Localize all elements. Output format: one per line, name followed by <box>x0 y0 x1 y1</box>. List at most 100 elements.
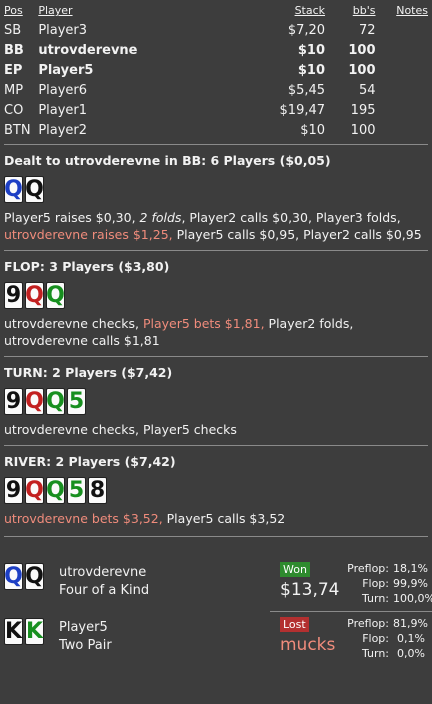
playing-card: Q <box>46 477 65 504</box>
equity-label: Turn: <box>361 647 389 660</box>
preflop-header: Dealt to utrovderevne in BB: 6 Players (… <box>4 153 331 168</box>
player-row[interactable]: SB Player3 $7,20 72 <box>1 21 431 41</box>
action-text: utrovderevne checks, <box>4 316 143 331</box>
player-stack: $7,20 <box>287 23 326 39</box>
river-actions: utrovderevne bets $3,52, Player5 calls $… <box>4 510 428 527</box>
result-amount: mucks <box>280 635 336 655</box>
stack-header[interactable]: Stack <box>265 4 328 21</box>
playing-card: Q <box>25 477 44 504</box>
result-amount: $13,74 <box>280 580 340 600</box>
seat-position: BB <box>4 43 24 59</box>
player-stack: $10 <box>300 123 326 139</box>
result-hand-rank: Two Pair <box>59 638 112 653</box>
playing-card: 9 <box>4 477 23 504</box>
showdown-cards: KK <box>4 618 46 646</box>
players-table: Pos Player Stack bb's Notes SB Player3 $7,… <box>1 4 431 141</box>
action-text: Player5 calls $0,95, Player2 calls $0,95 <box>172 227 422 242</box>
player-bbs: 100 <box>348 43 376 59</box>
playing-card: 5 <box>67 388 86 415</box>
flop-cards: 9QQ <box>4 282 428 310</box>
playing-card: Q <box>4 563 23 590</box>
bbs-header[interactable]: bb's <box>328 4 378 21</box>
player-row[interactable]: CO Player1 $19,47 195 <box>1 101 431 121</box>
player-name: Player5 <box>38 63 94 79</box>
playing-card: Q <box>46 388 65 415</box>
equity-line: Turn: 100,0% <box>339 591 432 606</box>
player-name: Player3 <box>38 23 88 39</box>
result-row: Q Qutrovderevne Four of a Kind Won $13,74 Pre… <box>0 559 432 607</box>
equity-value: 18,1% <box>393 562 428 575</box>
player-bbs: 54 <box>358 83 376 99</box>
playing-card: Q <box>25 176 44 203</box>
playing-card: Q <box>46 282 65 309</box>
equity-line: Flop: 0,1% <box>339 631 425 646</box>
players-table-header: Pos Player Stack bb's Notes <box>1 4 431 21</box>
flop-actions: utrovderevne checks, Player5 bets $1,81,… <box>4 315 428 349</box>
player-bbs: 195 <box>350 103 376 119</box>
playing-card: 9 <box>4 282 23 309</box>
playing-card: 8 <box>88 477 107 504</box>
hole-cards: QQ <box>4 176 428 204</box>
player-row[interactable]: BB utrovderevne $10 100 <box>1 41 431 61</box>
player-bbs: 100 <box>350 123 376 139</box>
equity-line: Preflop: 18,1% <box>339 561 428 576</box>
player-notes[interactable] <box>379 41 432 61</box>
preflop-actions: Player5 raises $0,30, 2 folds, Player2 c… <box>4 209 428 243</box>
action-text: Player5 calls $3,52 <box>162 511 286 526</box>
result-status-badge: Won <box>280 562 310 578</box>
player-name: utrovderevne <box>38 43 138 59</box>
playing-card: K <box>25 618 44 645</box>
turn-header: TURN: 2 Players ($7,42) <box>4 365 173 380</box>
equity-value: 0,0% <box>397 647 425 660</box>
player-notes[interactable] <box>379 121 432 141</box>
flop-header: FLOP: 3 Players ($3,80) <box>4 259 170 274</box>
hand-history-panel: Pos Player Stack bb's Notes SB Player3 $7,… <box>0 4 432 704</box>
pos-header[interactable]: Pos <box>1 4 35 21</box>
equity-value: 0,1% <box>397 632 425 645</box>
playing-card: K <box>4 618 23 645</box>
player-name: Player1 <box>38 103 88 119</box>
result-player-name: utrovderevne <box>59 565 147 580</box>
player-name: Player2 <box>38 123 88 139</box>
seat-position: CO <box>4 103 24 119</box>
player-bbs: 100 <box>348 63 376 79</box>
equity-label: Preflop: <box>347 617 389 630</box>
notes-header[interactable]: Notes <box>379 4 432 21</box>
player-notes[interactable] <box>379 21 432 41</box>
player-stack: $10 <box>297 43 326 59</box>
playing-card: Q <box>4 176 23 203</box>
player-header[interactable]: Player <box>35 4 265 21</box>
divider <box>270 611 432 612</box>
showdown-cards: QQ <box>4 563 46 591</box>
seat-position: MP <box>4 83 24 99</box>
result-status-badge: Lost <box>280 617 309 633</box>
player-row[interactable]: MP Player6 $5,45 54 <box>1 81 431 101</box>
equity-stats: Preflop: 18,1% Flop: 99,9% Turn: 100,0% <box>339 561 432 606</box>
preflop-section: Dealt to utrovderevne in BB: 6 Players (… <box>0 145 432 243</box>
playing-card: Q <box>25 563 44 590</box>
turn-section: TURN: 2 Players ($7,42) 9QQ5 utrovderevn… <box>0 357 432 438</box>
equity-line: Flop: 99,9% <box>339 576 428 591</box>
flop-section: FLOP: 3 Players ($3,80) 9QQ utrovderevne… <box>0 251 432 349</box>
player-row[interactable]: BTN Player2 $10 100 <box>1 121 431 141</box>
seat-position: SB <box>4 23 22 39</box>
player-notes[interactable] <box>379 61 432 81</box>
playing-card: 5 <box>67 477 86 504</box>
playing-card: Q <box>25 388 44 415</box>
river-header: RIVER: 2 Players ($7,42) <box>4 454 176 469</box>
equity-stats: Preflop: 81,9% Flop: 0,1% Turn: 0,0% <box>339 616 428 661</box>
result-hand-rank: Four of a Kind <box>59 583 150 598</box>
equity-label: Turn: <box>361 592 389 605</box>
equity-label: Flop: <box>362 632 389 645</box>
player-stack: $19,47 <box>279 103 326 119</box>
river-cards: 9QQ58 <box>4 477 428 505</box>
player-bbs: 72 <box>358 23 376 39</box>
action-text: Player5 bets $1,81, <box>142 316 265 331</box>
player-notes[interactable] <box>379 81 432 101</box>
action-text: 2 folds <box>139 210 182 225</box>
player-row[interactable]: EP Player5 $10 100 <box>1 61 431 81</box>
equity-label: Flop: <box>362 577 389 590</box>
playing-card: 9 <box>4 388 23 415</box>
player-notes[interactable] <box>379 101 432 121</box>
action-text: Player5 raises $0,30, <box>4 210 140 225</box>
